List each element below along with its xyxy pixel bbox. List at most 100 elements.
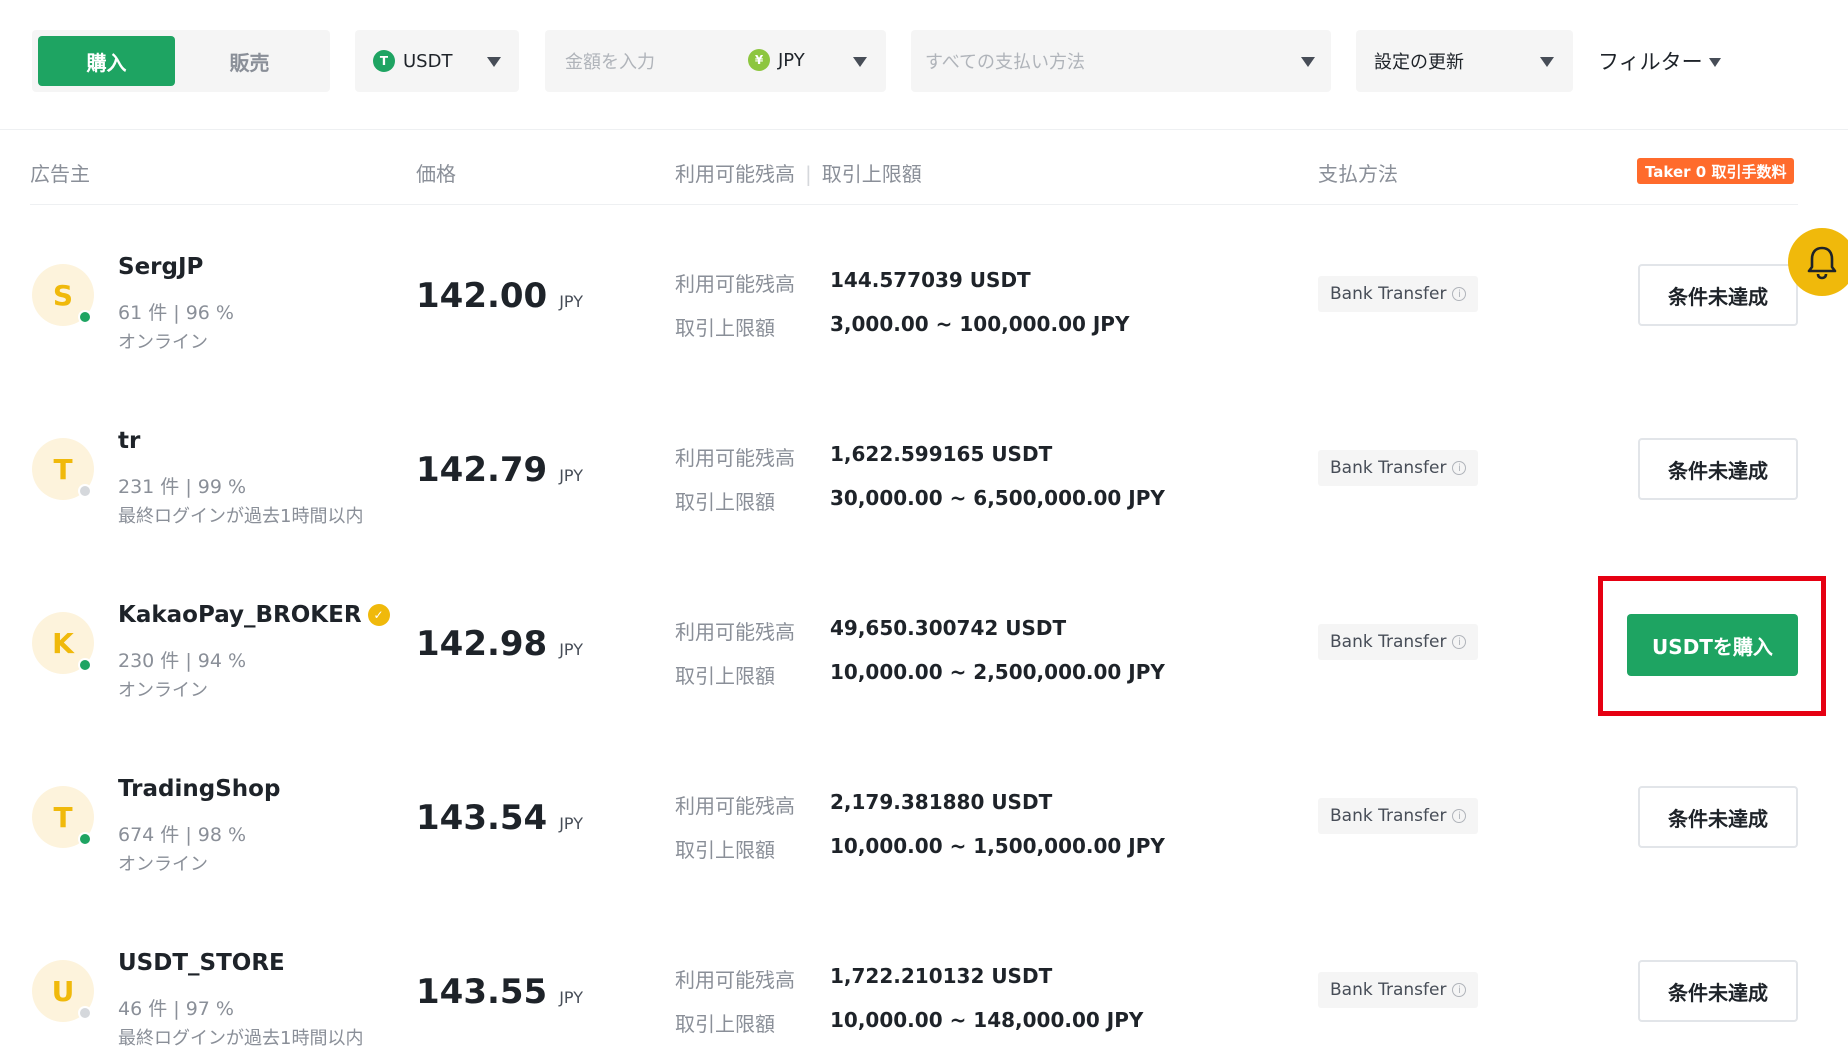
- online-status-dot: [78, 832, 92, 846]
- advertiser-stats: 231 件 | 99 %: [118, 476, 247, 498]
- chevron-down-icon: [487, 57, 501, 67]
- ad-price: 142.00 JPY: [416, 276, 583, 316]
- p2p-market-page: 購入 販売 T USDT 金額を入力 ¥ JPY すべての支払い方法 設定の更新…: [0, 0, 1848, 1059]
- available-label: 利用可能残高: [675, 446, 795, 470]
- online-status-dot: [78, 484, 92, 498]
- payment-method-placeholder: すべての支払い方法: [925, 52, 1086, 73]
- filter-button[interactable]: フィルター: [1598, 46, 1721, 76]
- yen-coin-icon: ¥: [748, 49, 770, 71]
- online-status-dot: [78, 658, 92, 672]
- price-value: 143.55: [416, 972, 548, 1012]
- buy-tab[interactable]: 購入: [38, 36, 175, 86]
- available-value: 144.577039 USDT: [830, 268, 1031, 292]
- ad-price: 142.79 JPY: [416, 450, 583, 490]
- filter-toolbar: 購入 販売 T USDT 金額を入力 ¥ JPY すべての支払い方法 設定の更新…: [0, 0, 1848, 130]
- advertiser-name: TradingShop: [118, 776, 281, 802]
- advertiser-stats: 230 件 | 94 %: [118, 650, 247, 672]
- chevron-down-icon: [853, 57, 867, 67]
- ad-price: 143.55 JPY: [416, 972, 583, 1012]
- info-icon[interactable]: i: [1452, 635, 1467, 649]
- online-status-dot: [78, 1006, 92, 1020]
- payment-method-label: Bank Transfer: [1330, 806, 1447, 826]
- advertiser-name: tr: [118, 428, 141, 454]
- payment-method-badge: Bank Transfer i: [1318, 450, 1479, 486]
- verified-badge-icon: ✓: [367, 604, 390, 626]
- notification-bell-button[interactable]: [1788, 228, 1848, 296]
- advertiser-name-link[interactable]: SergJP: [118, 254, 203, 280]
- column-header-price: 価格: [416, 162, 456, 186]
- refresh-settings-select[interactable]: 設定の更新: [1356, 30, 1573, 92]
- available-value: 2,179.381880 USDT: [830, 790, 1053, 814]
- requirements-not-met-button[interactable]: 条件未達成: [1638, 438, 1798, 500]
- price-currency: JPY: [559, 814, 583, 833]
- ad-price: 143.54 JPY: [416, 798, 583, 838]
- advertiser-name-link[interactable]: KakaoPay_BROKER ✓: [118, 602, 390, 628]
- column-header-payment: 支払方法: [1318, 162, 1398, 186]
- column-header-limit: 取引上限額: [821, 162, 922, 186]
- requirements-not-met-button[interactable]: 条件未達成: [1638, 264, 1798, 326]
- refresh-settings-value: 設定の更新: [1374, 52, 1464, 73]
- price-value: 142.79: [416, 450, 548, 490]
- advertiser-name: SergJP: [118, 254, 204, 280]
- price-value: 142.98: [416, 624, 548, 664]
- bell-icon: [1807, 246, 1837, 280]
- limit-label: 取引上限額: [675, 490, 775, 514]
- info-icon[interactable]: i: [1452, 809, 1467, 823]
- payment-method-label: Bank Transfer: [1330, 980, 1447, 1000]
- advertiser-name-link[interactable]: TradingShop: [118, 776, 280, 802]
- ad-row: Ttr 231 件 | 99 % 最終ログインが過去1時間以内 142.79 JPY 利用…: [0, 380, 1848, 554]
- amount-input[interactable]: 金額を入力: [565, 48, 655, 74]
- ad-row: U USDT_STORE 46 件 | 97 % 最終ログインが過去1時間以内 143.…: [0, 902, 1848, 1059]
- price-currency: JPY: [559, 640, 583, 659]
- info-icon[interactable]: i: [1452, 287, 1467, 301]
- requirements-not-met-button[interactable]: 条件未達成: [1638, 960, 1798, 1022]
- available-value: 49,650.300742 USDT: [830, 616, 1067, 640]
- fiat-currency-select[interactable]: ¥ JPY: [748, 49, 805, 71]
- column-header-available: 利用可能残高: [675, 162, 795, 186]
- advertiser-status: 最終ログインが過去1時間以内: [118, 1028, 364, 1049]
- limit-value: 10,000.00 ~ 148,000.00 JPY: [830, 1008, 1144, 1032]
- advertiser-name-link[interactable]: USDT_STORE: [118, 950, 285, 976]
- buy-usdt-button[interactable]: USDTを購入: [1627, 614, 1798, 676]
- available-label: 利用可能残高: [675, 968, 795, 992]
- advertiser-status: オンライン: [118, 854, 208, 875]
- payment-method-badge: Bank Transfer i: [1318, 972, 1479, 1008]
- available-value: 1,722.210132 USDT: [830, 964, 1053, 988]
- column-header-advertiser: 広告主: [30, 162, 90, 186]
- price-value: 143.54: [416, 798, 548, 838]
- advertiser-name-link[interactable]: tr: [118, 428, 140, 454]
- payment-method-badge: Bank Transfer i: [1318, 798, 1479, 834]
- limit-label: 取引上限額: [675, 664, 775, 688]
- advertiser-name: KakaoPay_BROKER: [118, 602, 362, 628]
- filter-label: フィルター: [1598, 50, 1703, 74]
- info-icon[interactable]: i: [1452, 983, 1467, 997]
- taker-fee-badge: Taker 0 取引手数料: [1637, 158, 1795, 184]
- trade-side-toggle: 購入 販売: [32, 30, 330, 92]
- limit-value: 10,000.00 ~ 2,500,000.00 JPY: [830, 660, 1165, 684]
- payment-method-badge: Bank Transfer i: [1318, 624, 1479, 660]
- payment-method-select[interactable]: すべての支払い方法: [911, 30, 1331, 92]
- sell-tab[interactable]: 販売: [175, 36, 324, 86]
- ad-row: T TradingShop 674 件 | 98 % オンライン 143.54 JPY 利用…: [0, 728, 1848, 902]
- online-status-dot: [78, 310, 92, 324]
- limit-label: 取引上限額: [675, 316, 775, 340]
- chevron-down-icon: [1540, 57, 1554, 67]
- limit-label: 取引上限額: [675, 838, 775, 862]
- limit-label: 取引上限額: [675, 1012, 775, 1036]
- info-icon[interactable]: i: [1452, 461, 1467, 475]
- crypto-select[interactable]: T USDT: [355, 30, 519, 92]
- requirements-not-met-button[interactable]: 条件未達成: [1638, 786, 1798, 848]
- header-separator: |: [805, 162, 812, 186]
- price-value: 142.00: [416, 276, 548, 316]
- price-currency: JPY: [559, 292, 583, 311]
- advertiser-stats: 61 件 | 96 %: [118, 302, 234, 324]
- payment-method-badge: Bank Transfer i: [1318, 276, 1479, 312]
- limit-value: 3,000.00 ~ 100,000.00 JPY: [830, 312, 1130, 336]
- advertiser-stats: 674 件 | 98 %: [118, 824, 247, 846]
- header-divider: [30, 204, 1798, 205]
- crypto-select-value: USDT: [403, 50, 453, 72]
- payment-method-label: Bank Transfer: [1330, 458, 1447, 478]
- chevron-down-icon: [1708, 57, 1721, 67]
- ad-price: 142.98 JPY: [416, 624, 583, 664]
- available-value: 1,622.599165 USDT: [830, 442, 1053, 466]
